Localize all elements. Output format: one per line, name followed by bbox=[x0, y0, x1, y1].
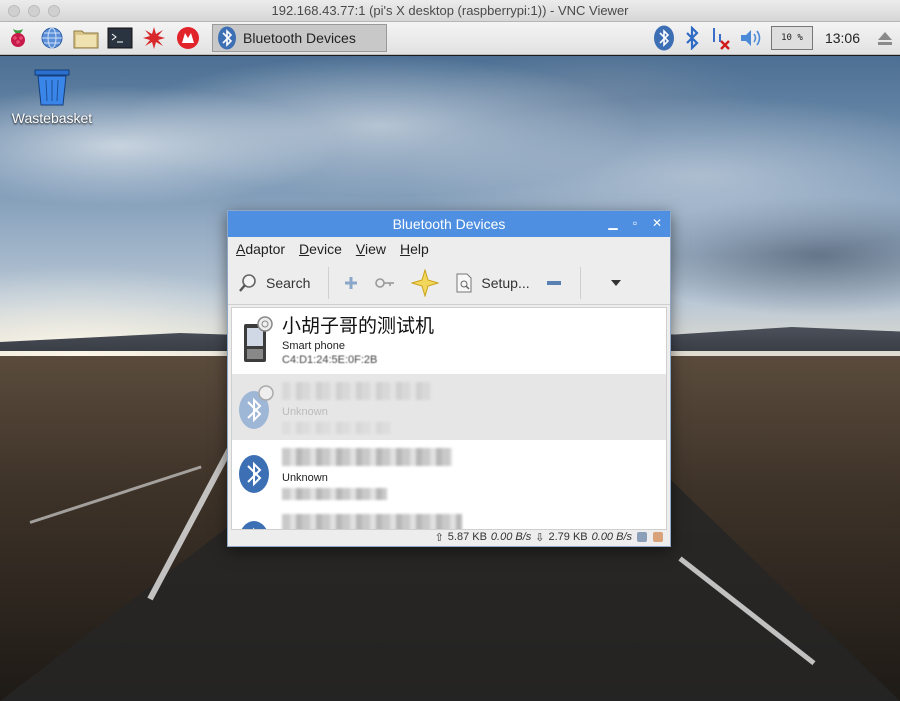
minimize-window-button[interactable] bbox=[28, 5, 40, 17]
wolfram-icon[interactable] bbox=[174, 24, 202, 52]
terminal-icon[interactable] bbox=[106, 24, 134, 52]
bluetooth-tray-icon[interactable] bbox=[653, 25, 675, 51]
window-titlebar[interactable]: Bluetooth Devices ▁ ▫ ✕ bbox=[228, 211, 670, 237]
device-type: Smart phone bbox=[282, 340, 345, 352]
toolbar-overflow-button[interactable] bbox=[610, 279, 621, 286]
upload-total: 5.87 KB bbox=[447, 531, 487, 543]
minimize-icon[interactable]: ▁ bbox=[606, 215, 620, 231]
volume-icon[interactable] bbox=[739, 27, 763, 49]
device-name-redacted bbox=[282, 382, 432, 400]
bluetooth-devices-window: Bluetooth Devices ▁ ▫ ✕ Adaptor Device V… bbox=[227, 210, 671, 547]
maximize-icon[interactable]: ▫ bbox=[628, 215, 642, 231]
device-address: C4:D1:24:5E:0F:2B bbox=[282, 354, 378, 366]
star-icon bbox=[411, 268, 440, 297]
device-list: 小胡子哥的测试机 Smart phone C4:D1:24:5E:0F:2B U… bbox=[231, 307, 667, 530]
web-browser-icon[interactable] bbox=[38, 24, 66, 52]
toolbar: Search Setup... bbox=[228, 261, 670, 305]
dropdown-arrow-icon bbox=[610, 279, 621, 286]
device-row[interactable]: 小胡子哥的测试机 Smart phone C4:D1:24:5E:0F:2B bbox=[232, 308, 666, 374]
smartphone-icon bbox=[244, 316, 273, 362]
pair-button[interactable] bbox=[375, 276, 395, 290]
menu-view[interactable]: View bbox=[356, 241, 386, 257]
document-search-icon bbox=[456, 273, 472, 292]
setup-label: Setup... bbox=[481, 274, 530, 291]
bluetooth-icon bbox=[218, 26, 236, 50]
upload-arrow-icon: ⇧ bbox=[434, 531, 444, 544]
minus-icon bbox=[546, 280, 561, 285]
device-row[interactable]: Unknown bbox=[232, 374, 666, 440]
mathematica-icon[interactable] bbox=[140, 24, 168, 52]
network-disconnected-icon[interactable] bbox=[709, 26, 731, 50]
file-manager-icon[interactable] bbox=[72, 24, 100, 52]
close-window-button[interactable] bbox=[8, 5, 20, 17]
wastebasket-desktop-icon[interactable]: Wastebasket bbox=[12, 68, 92, 126]
task-bluetooth-devices[interactable]: Bluetooth Devices bbox=[212, 24, 387, 52]
trust-button[interactable] bbox=[411, 268, 440, 297]
toolbar-separator bbox=[328, 266, 330, 299]
toolbar-separator bbox=[579, 266, 581, 299]
device-address-redacted bbox=[282, 422, 392, 434]
search-icon bbox=[239, 273, 256, 292]
add-device-button[interactable] bbox=[343, 275, 359, 291]
bluetooth-device-icon bbox=[239, 455, 269, 493]
transfer-status-icon bbox=[653, 532, 663, 542]
remove-device-button[interactable] bbox=[546, 279, 562, 287]
window-controls bbox=[8, 5, 60, 17]
adapter-status-icon bbox=[637, 532, 647, 542]
vnc-titlebar: 192.168.43.77:1 (pi's X desktop (raspber… bbox=[0, 0, 900, 22]
key-icon bbox=[375, 277, 395, 288]
menu-adaptor[interactable]: Adaptor bbox=[236, 241, 285, 257]
menubar: Adaptor Device View Help bbox=[228, 237, 670, 261]
device-row[interactable]: Unknown bbox=[232, 440, 666, 506]
device-address-redacted bbox=[282, 488, 387, 500]
bluetooth-status-icon[interactable] bbox=[683, 26, 701, 50]
device-type: Unknown bbox=[282, 472, 328, 484]
cpu-monitor[interactable]: 10 % bbox=[770, 26, 813, 50]
search-label: Search bbox=[266, 274, 311, 291]
vnc-title: 192.168.43.77:1 (pi's X desktop (raspber… bbox=[271, 3, 629, 18]
zoom-window-button[interactable] bbox=[48, 5, 60, 17]
task-label: Bluetooth Devices bbox=[243, 30, 356, 46]
bluetooth-device-icon bbox=[239, 385, 274, 429]
device-type: Unknown bbox=[282, 406, 328, 418]
window-title: Bluetooth Devices bbox=[392, 216, 506, 232]
eject-icon[interactable] bbox=[876, 29, 894, 47]
menu-help[interactable]: Help bbox=[400, 241, 429, 257]
plus-icon bbox=[345, 276, 358, 289]
device-name: 小胡子哥的测试机 bbox=[282, 316, 435, 337]
raspberry-menu-icon[interactable] bbox=[4, 24, 32, 52]
close-icon[interactable]: ✕ bbox=[650, 215, 664, 231]
download-arrow-icon: ⇩ bbox=[535, 531, 545, 544]
clock[interactable]: 13:06 bbox=[825, 30, 860, 46]
menu-device[interactable]: Device bbox=[299, 241, 342, 257]
setup-button[interactable]: Setup... bbox=[455, 273, 530, 293]
device-row[interactable] bbox=[232, 506, 666, 529]
statusbar: ⇧ 5.87 KB 0.00 B/s ⇩ 2.79 KB 0.00 B/s bbox=[228, 528, 670, 546]
download-total: 2.79 KB bbox=[548, 531, 588, 543]
download-rate: 0.00 B/s bbox=[591, 531, 632, 543]
taskbar: Bluetooth Devices 10 % 13:06 bbox=[0, 22, 900, 55]
upload-rate: 0.00 B/s bbox=[490, 531, 532, 543]
desktop-icon-label: Wastebasket bbox=[11, 110, 93, 126]
device-name-redacted bbox=[282, 448, 452, 466]
trash-icon bbox=[34, 69, 70, 106]
search-button[interactable]: Search bbox=[238, 273, 310, 293]
